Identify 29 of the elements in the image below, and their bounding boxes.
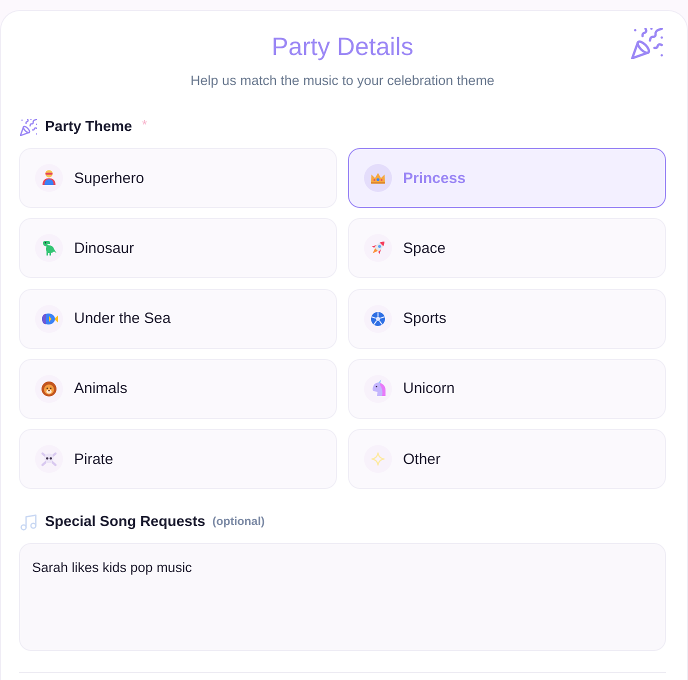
party-popper-icon [20, 118, 37, 136]
theme-option[interactable]: Dinosaur [19, 218, 337, 278]
page-title: Party Details [272, 32, 414, 62]
lion-icon [35, 374, 63, 403]
crown-icon [364, 164, 392, 192]
theme-option[interactable]: Pirate [19, 429, 337, 489]
music-note-icon [20, 514, 37, 530]
party-popper-icon [631, 28, 663, 59]
theme-option[interactable]: Sports [348, 288, 666, 348]
dinosaur-icon [35, 234, 63, 262]
theme-option[interactable]: Under the Sea [19, 288, 337, 348]
optional-hint: (optional) [212, 516, 265, 528]
rocket-icon [364, 234, 392, 262]
field-label: Party Theme [45, 119, 132, 135]
theme-option[interactable]: Superhero [19, 148, 337, 208]
required-mark: * [142, 117, 148, 132]
field-label: Special Song Requests [45, 514, 206, 530]
fish-icon [35, 304, 63, 332]
sparkle-icon [364, 445, 392, 473]
theme-option[interactable]: Animals [19, 358, 337, 419]
theme-option[interactable]: Other [348, 429, 666, 489]
page-subtitle: Help us match the music to your celebration theme [190, 72, 496, 90]
theme-option[interactable]: Unicorn [348, 358, 666, 419]
superhero-icon [35, 164, 63, 192]
unicorn-icon [364, 374, 392, 403]
skull-crossbones-icon [35, 445, 63, 473]
song-request-field[interactable]: Sarah likes kids pop music [19, 543, 666, 651]
soccer-ball-icon [364, 304, 392, 332]
theme-option[interactable]: Space [348, 218, 666, 278]
